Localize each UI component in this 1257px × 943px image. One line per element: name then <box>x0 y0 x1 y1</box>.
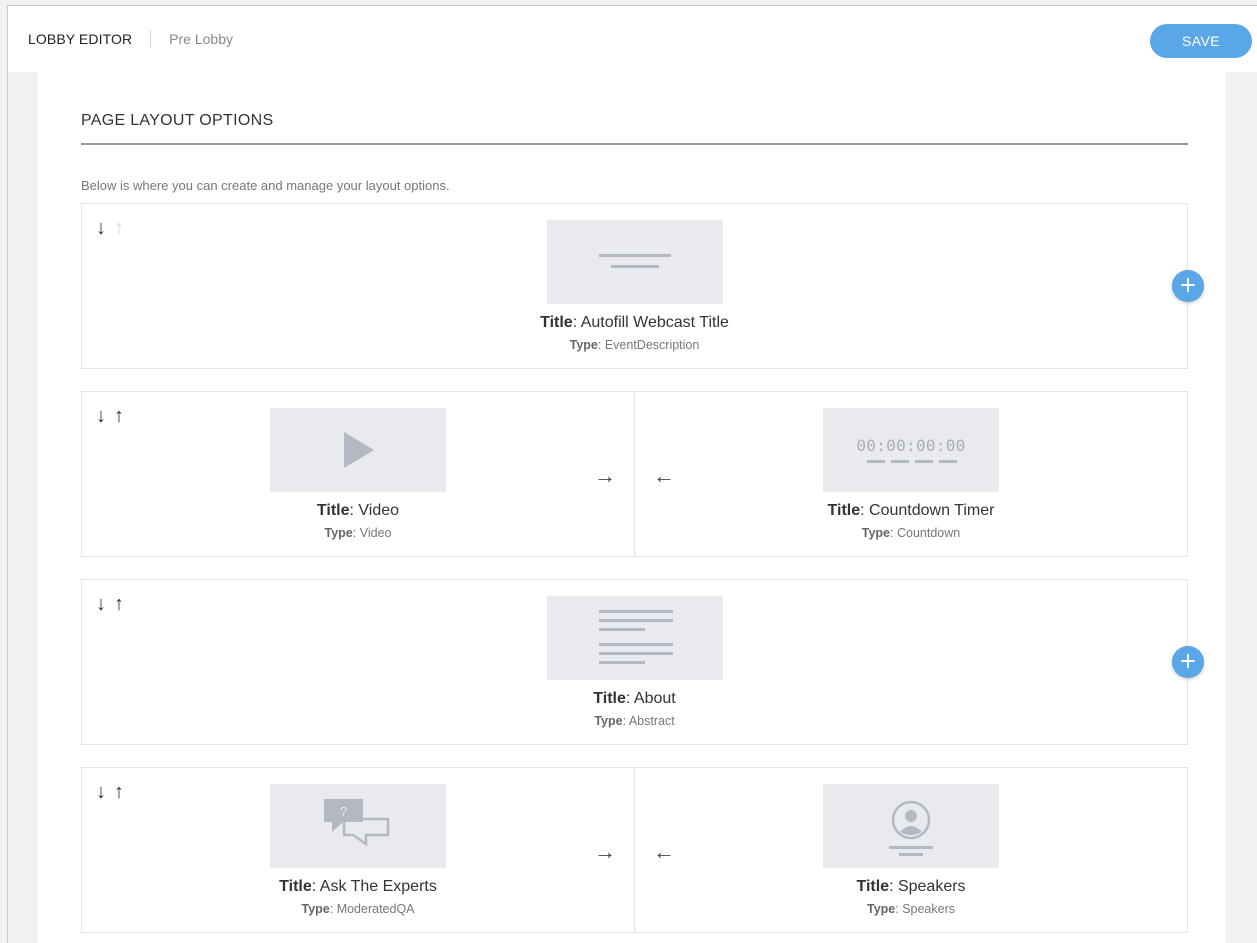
move-down-icon[interactable]: ↓ <box>96 594 106 614</box>
row-order-controls: ↓ ↑ <box>96 218 124 238</box>
widget-title: Title: Countdown Timer <box>827 502 995 519</box>
move-right-icon[interactable]: → <box>594 465 616 487</box>
layout-row-4: ? Title: Ask The Experts Type: Moderated… <box>81 767 1188 933</box>
move-up-icon[interactable]: ↑ <box>114 782 124 802</box>
widget-title: Title: Ask The Experts <box>279 878 437 895</box>
top-bar: LOBBY EDITOR Pre Lobby SAVE <box>8 6 1257 72</box>
layout-row-2: Title: Video Type: Video → ← 00:00:00:00 <box>81 391 1188 557</box>
app-frame: LOBBY EDITOR Pre Lobby SAVE PAGE LAYOUT … <box>7 5 1257 943</box>
svg-text:?: ? <box>340 804 347 819</box>
row-order-controls: ↓ ↑ <box>96 594 124 614</box>
widget-speakers[interactable]: ← Title: Speakers Type: Speakers <box>635 768 1187 932</box>
move-down-icon[interactable]: ↓ <box>96 782 106 802</box>
chat-bubbles-icon: ? <box>270 784 446 868</box>
widget-type: Type: Abstract <box>594 714 675 728</box>
text-paragraph-icon <box>546 596 723 680</box>
app-title: LOBBY EDITOR <box>28 31 133 47</box>
move-right-icon[interactable]: → <box>594 841 616 863</box>
section-divider <box>81 143 1188 145</box>
move-down-icon[interactable]: ↓ <box>96 218 106 238</box>
section-title: PAGE LAYOUT OPTIONS <box>81 112 274 129</box>
play-icon <box>270 408 446 492</box>
row-order-controls: ↓ ↑ <box>96 406 124 426</box>
lobby-name: Pre Lobby <box>169 31 233 47</box>
move-left-icon[interactable]: ← <box>653 465 675 487</box>
move-up-icon: ↑ <box>114 217 124 239</box>
move-left-icon[interactable]: ← <box>653 841 675 863</box>
widget-countdown-timer[interactable]: ← 00:00:00:00 Title: Countdown Timer Typ… <box>635 392 1187 556</box>
widget-about[interactable]: Title: About Type: Abstract <box>82 580 1187 744</box>
save-button[interactable]: SAVE <box>1150 24 1252 58</box>
widget-title: Title: Video <box>316 502 400 519</box>
move-down-icon[interactable]: ↓ <box>96 406 106 426</box>
section-description: Below is where you can create and manage… <box>81 178 450 193</box>
move-up-icon[interactable]: ↑ <box>114 594 124 614</box>
widget-title: Title: Autofill Webcast Title <box>540 314 729 331</box>
widget-video[interactable]: Title: Video Type: Video → <box>82 392 635 556</box>
add-widget-button[interactable]: + <box>1172 270 1204 302</box>
add-widget-button[interactable]: + <box>1172 646 1204 678</box>
countdown-timer-icon: 00:00:00:00 <box>823 408 999 492</box>
header-divider <box>150 30 152 48</box>
timer-placeholder: 00:00:00:00 <box>856 436 966 455</box>
widget-ask-the-experts[interactable]: ? Title: Ask The Experts Type: Moderated… <box>82 768 635 932</box>
widget-type: Type: Countdown <box>861 526 961 540</box>
widget-type: Type: EventDescription <box>569 338 700 352</box>
layout-row-3: Title: About Type: Abstract ↓ ↑ + <box>81 579 1204 745</box>
widget-title: Title: Speakers <box>856 878 966 895</box>
widget-type: Type: ModeratedQA <box>301 902 415 916</box>
widget-autofill-webcast-title[interactable]: Title: Autofill Webcast Title Type: Even… <box>82 204 1187 368</box>
widget-title: Title: About <box>593 690 676 707</box>
speaker-avatar-icon <box>823 784 999 868</box>
layout-row-1: Title: Autofill Webcast Title Type: Even… <box>81 203 1204 369</box>
editor-panel: PAGE LAYOUT OPTIONS Below is where you c… <box>38 72 1225 943</box>
move-up-icon[interactable]: ↑ <box>114 406 124 426</box>
widget-type: Type: Speakers <box>866 902 955 916</box>
title-lines-icon <box>546 220 723 304</box>
row-order-controls: ↓ ↑ <box>96 782 124 802</box>
widget-type: Type: Video <box>324 526 392 540</box>
